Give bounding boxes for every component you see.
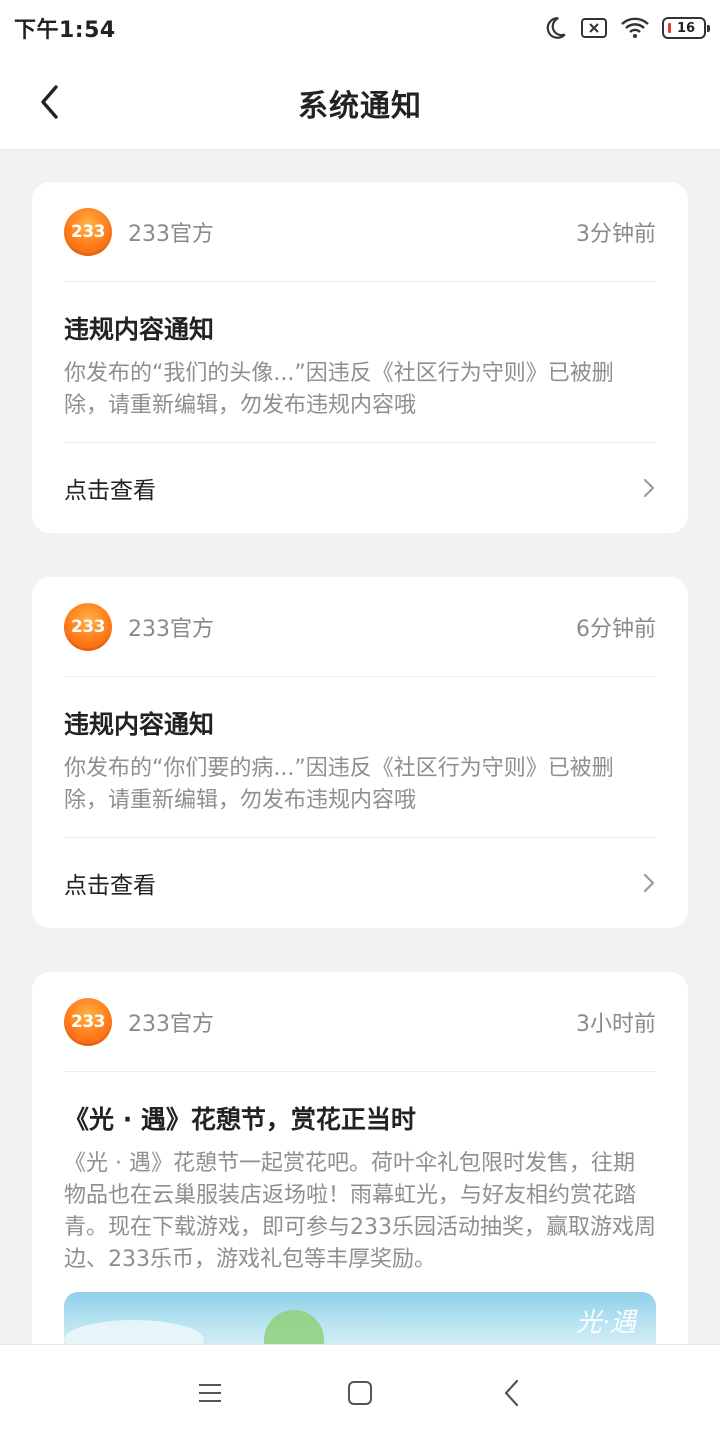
notice-text: 你发布的“你们要的病...”因违反《社区行为守则》已被删除，请重新编辑，勿发布违…: [64, 756, 614, 813]
back-button[interactable]: [30, 82, 70, 122]
sender-name: 233官方: [128, 1011, 214, 1037]
back-triangle-icon: [504, 1379, 519, 1407]
card-header: 233 233官方 6分钟前: [64, 577, 656, 677]
chevron-left-icon: [41, 85, 58, 119]
notice-text: 你发布的“我们的头像...”因违反《社区行为守则》已被删除，请重新编辑，勿发布违…: [64, 361, 614, 418]
battery-icon: 16: [662, 17, 710, 39]
notice-title: 违规内容通知: [64, 710, 215, 739]
sim-x-icon: [580, 16, 608, 40]
chevron-right-icon: [643, 873, 655, 893]
notification-card[interactable]: 233 233官方 6分钟前 违规内容通知 你发布的“你们要的病...”因违反《…: [32, 577, 688, 928]
avatar: 233: [64, 602, 112, 651]
sender: 233 233官方: [64, 997, 214, 1046]
timestamp: 3小时前: [576, 1011, 656, 1037]
notice-title: 违规内容通知: [64, 315, 215, 344]
avatar: 233: [64, 997, 112, 1046]
view-details-button[interactable]: 点击查看: [64, 838, 656, 928]
card-body: 《光 · 遇》花憩节，赏花正当时 《光 · 遇》花憩节一起赏花吧。荷叶伞礼包限时…: [64, 1072, 656, 1276]
system-nav-bar: [0, 1344, 720, 1440]
card-header: 233 233官方 3分钟前: [64, 182, 656, 282]
view-details-label: 点击查看: [64, 478, 156, 504]
status-time: 下午1:54: [14, 18, 116, 43]
view-details-label: 点击查看: [64, 873, 156, 899]
sender: 233 233官方: [64, 602, 214, 651]
menu-button[interactable]: [192, 1375, 228, 1411]
notification-card[interactable]: 233 233官方 3小时前 《光 · 遇》花憩节，赏花正当时 《光 · 遇》花…: [32, 972, 688, 1344]
event-banner-image[interactable]: 光·遇: [64, 1292, 656, 1344]
status-bar: 下午1:54 16: [0, 0, 720, 56]
notice-text: 《光 · 遇》花憩节一起赏花吧。荷叶伞礼包限时发售，往期物品也在云巢服装店返场啦…: [64, 1151, 656, 1272]
battery-level: 16: [676, 20, 696, 36]
timestamp: 3分钟前: [576, 221, 656, 247]
card-body: 违规内容通知 你发布的“你们要的病...”因违反《社区行为守则》已被删除，请重新…: [64, 677, 656, 838]
nav-back-button[interactable]: [494, 1375, 530, 1411]
notification-list[interactable]: 233 233官方 3分钟前 违规内容通知 你发布的“我们的头像...”因违反《…: [0, 150, 720, 1344]
timestamp: 6分钟前: [576, 616, 656, 642]
card-header: 233 233官方 3小时前: [64, 972, 656, 1072]
home-button[interactable]: [342, 1375, 378, 1411]
view-details-button[interactable]: 点击查看: [64, 443, 656, 533]
banner-logo: 光·遇: [575, 1308, 636, 1338]
menu-icon: [199, 1384, 221, 1402]
notice-title: 《光 · 遇》花憩节，赏花正当时: [64, 1105, 416, 1134]
sender-name: 233官方: [128, 616, 214, 642]
card-body: 违规内容通知 你发布的“我们的头像...”因违反《社区行为守则》已被删除，请重新…: [64, 282, 656, 443]
title-bar: 系统通知: [0, 56, 720, 150]
sender: 233 233官方: [64, 207, 214, 256]
page-title: 系统通知: [298, 88, 422, 124]
moon-icon: [542, 15, 568, 41]
wifi-icon: [620, 16, 650, 40]
notification-card[interactable]: 233 233官方 3分钟前 违规内容通知 你发布的“我们的头像...”因违反《…: [32, 182, 688, 533]
home-square-icon: [348, 1381, 372, 1405]
sender-name: 233官方: [128, 221, 214, 247]
chevron-right-icon: [643, 478, 655, 498]
status-icons: 16: [542, 15, 710, 41]
avatar: 233: [64, 207, 112, 256]
